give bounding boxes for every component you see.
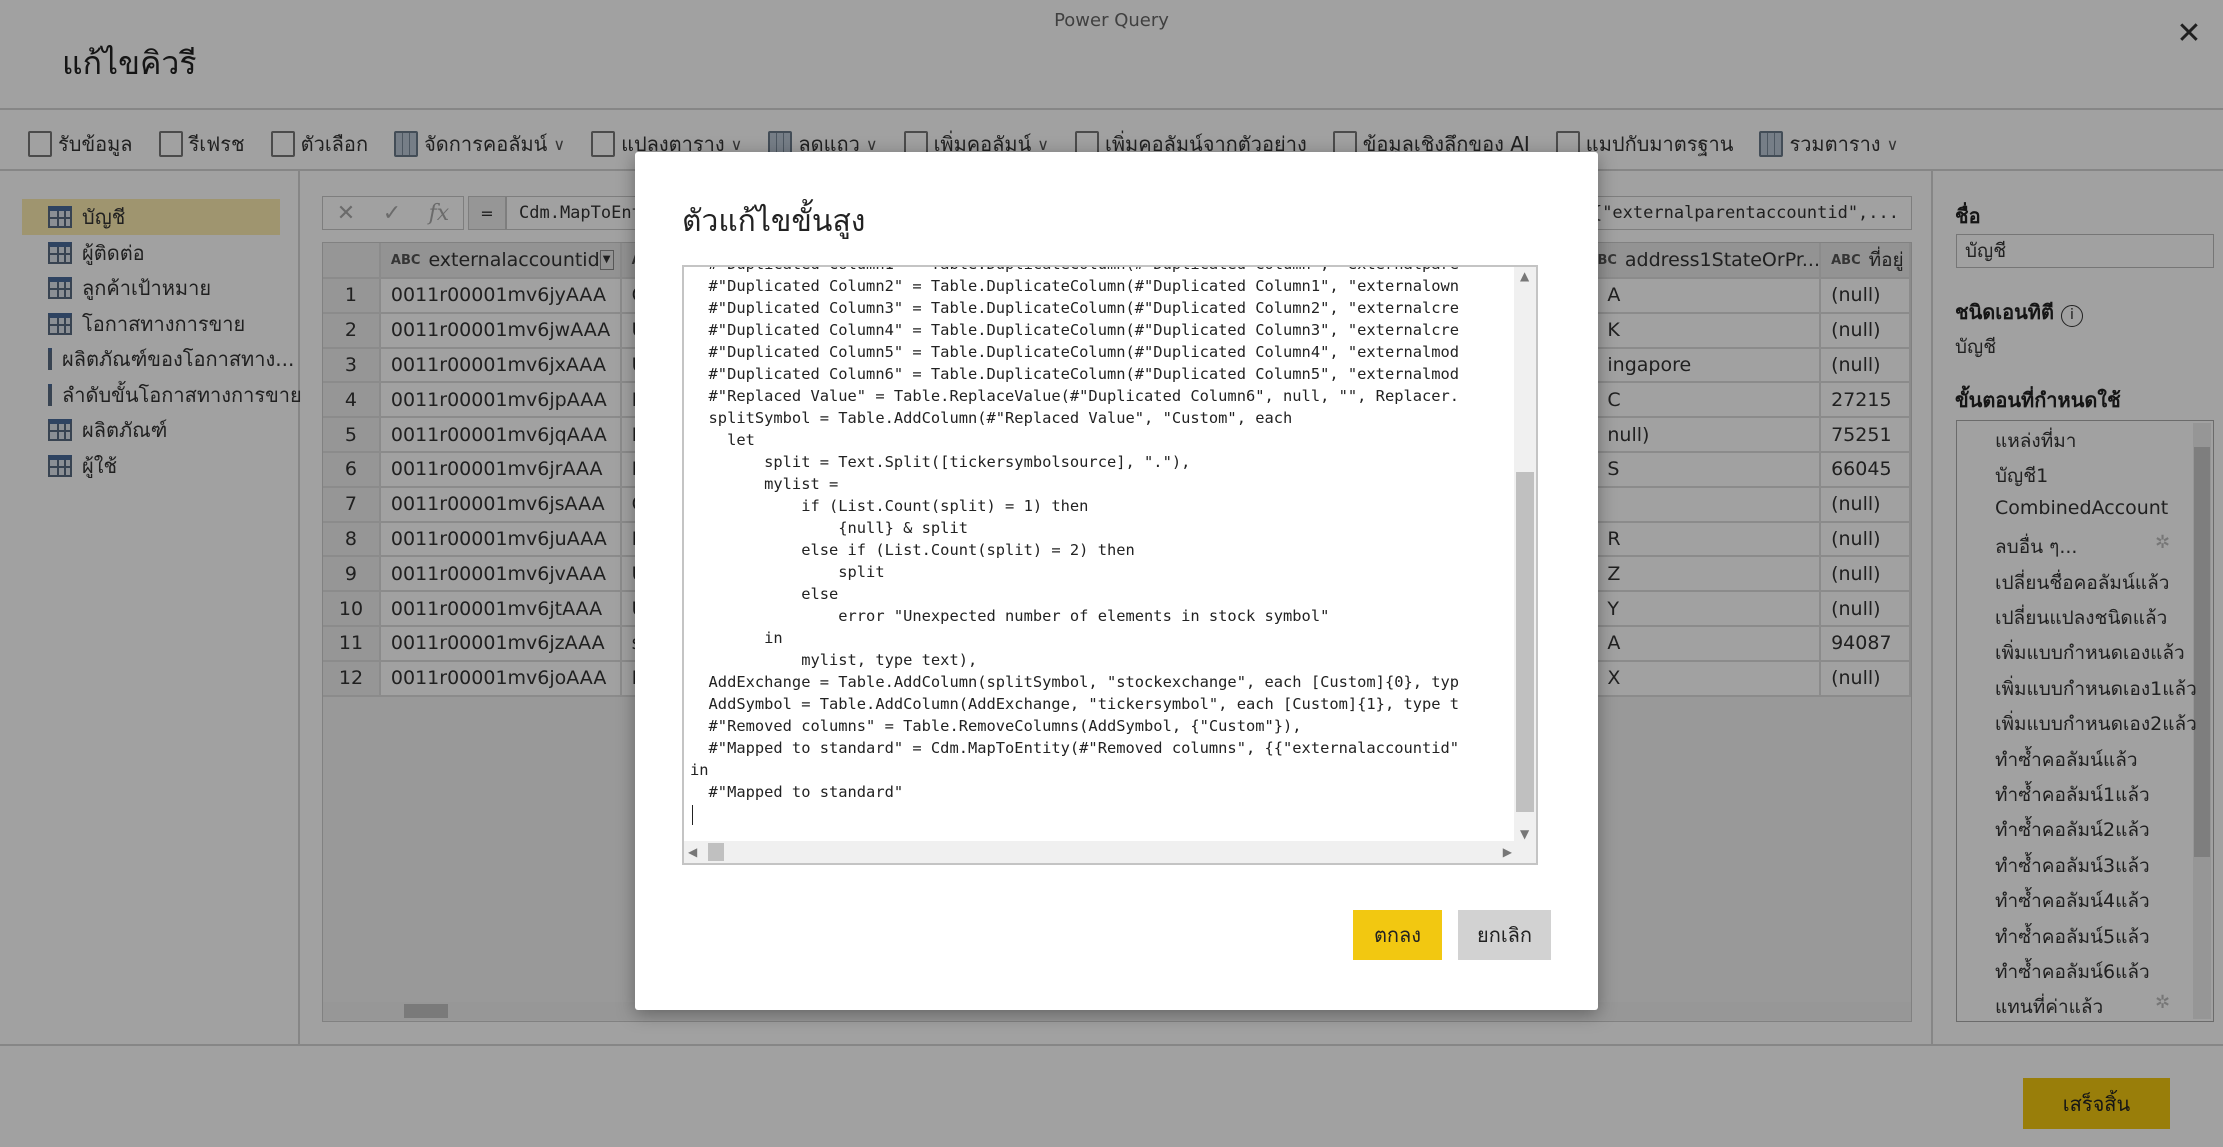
- code-editor[interactable]: #"Duplicated Column1" = Table.DuplicateC…: [682, 265, 1538, 865]
- code-line: split: [690, 563, 885, 581]
- scroll-down-icon[interactable]: ▼: [1520, 827, 1529, 841]
- code-line: error "Unexpected number of elements in …: [690, 607, 1330, 625]
- ok-button[interactable]: ตกลง: [1353, 910, 1442, 960]
- code-line: #"Duplicated Column1" = Table.DuplicateC…: [690, 267, 1460, 275]
- code-line: #"Duplicated Column5" = Table.DuplicateC…: [690, 343, 1460, 361]
- code-line: mylist =: [690, 475, 839, 493]
- code-line: mylist, type text),: [690, 651, 978, 669]
- code-line: let: [690, 431, 755, 449]
- code-text: #"Duplicated Column1" = Table.DuplicateC…: [690, 267, 1460, 825]
- editor-hscroll-thumb[interactable]: [708, 843, 724, 861]
- scroll-up-icon[interactable]: ▲: [1520, 269, 1529, 283]
- code-line: else: [690, 585, 839, 603]
- code-line: AddExchange = Table.AddColumn(splitSymbo…: [690, 673, 1460, 691]
- advanced-editor-dialog: ตัวแก้ไขขั้นสูง #"Duplicated Column1" = …: [635, 152, 1598, 1010]
- code-line: splitSymbol = Table.AddColumn(#"Replaced…: [690, 409, 1293, 427]
- code-line: #"Duplicated Column6" = Table.DuplicateC…: [690, 365, 1460, 383]
- scroll-right-icon[interactable]: ▶: [1503, 845, 1512, 859]
- code-line: #"Duplicated Column2" = Table.DuplicateC…: [690, 277, 1460, 295]
- code-line: in: [690, 761, 709, 779]
- dialog-title: ตัวแก้ไขขั้นสูง: [682, 204, 866, 239]
- code-line: {null} & split: [690, 519, 968, 537]
- code-line: #"Mapped to standard": [690, 783, 904, 801]
- code-line: #"Mapped to standard" = Cdm.MapToEntity(…: [690, 739, 1460, 757]
- code-line: if (List.Count(split) = 1) then: [690, 497, 1089, 515]
- scroll-left-icon[interactable]: ◀: [688, 845, 697, 859]
- editor-horizontal-scrollbar[interactable]: ◀ ▶: [684, 841, 1536, 863]
- code-line: #"Duplicated Column4" = Table.DuplicateC…: [690, 321, 1460, 339]
- code-line: #"Replaced Value" = Table.ReplaceValue(#…: [690, 387, 1460, 405]
- editor-vscroll-thumb[interactable]: [1516, 472, 1534, 812]
- cancel-button[interactable]: ยกเลิก: [1458, 910, 1551, 960]
- code-line: AddSymbol = Table.AddColumn(AddExchange,…: [690, 695, 1460, 713]
- code-line: else if (List.Count(split) = 2) then: [690, 541, 1135, 559]
- text-cursor: [692, 805, 693, 825]
- code-line: split = Text.Split([tickersymbolsource],…: [690, 453, 1191, 471]
- code-line: #"Removed columns" = Table.RemoveColumns…: [690, 717, 1302, 735]
- code-line: #"Duplicated Column3" = Table.DuplicateC…: [690, 299, 1460, 317]
- code-line: in: [690, 629, 783, 647]
